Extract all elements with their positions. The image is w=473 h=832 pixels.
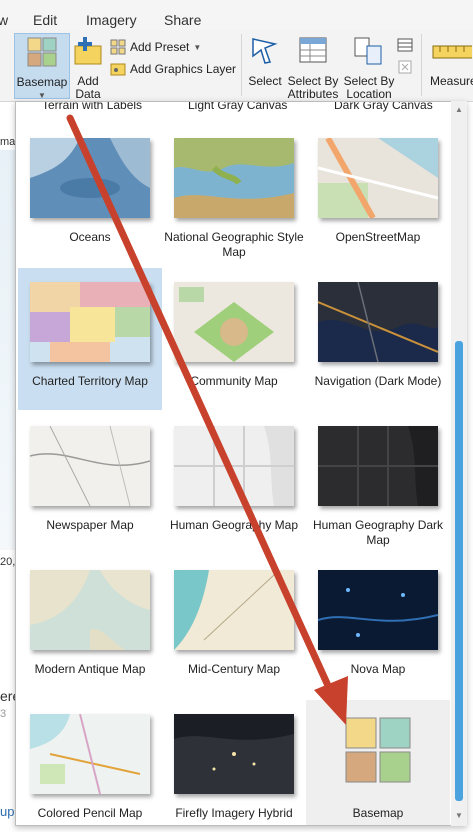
basemap-gallery: Terrain with Labels Light Gray Canvas Da…: [15, 101, 467, 826]
add-preset-button[interactable]: Add Preset ▼: [110, 39, 201, 55]
basemap-tile-newspaper[interactable]: Newspaper Map: [18, 412, 162, 554]
clear-selection-icon[interactable]: [397, 60, 413, 74]
basemap-tile-modern-antique[interactable]: Modern Antique Map: [18, 556, 162, 698]
tile-label: Charted Territory Map: [32, 374, 148, 388]
add-preset-label: Add Preset: [130, 40, 190, 54]
tile-label: Modern Antique Map: [34, 662, 146, 676]
modern-antique-thumbnail: [30, 570, 150, 650]
tile-label: Basemap: [352, 806, 404, 820]
attributes-table-icon[interactable]: [397, 38, 413, 52]
edge-text: ma: [0, 136, 16, 148]
gallery-item-label[interactable]: Dark Gray Canvas: [334, 102, 433, 112]
tab-edit[interactable]: Edit: [33, 12, 57, 28]
edge-link[interactable]: up: [0, 804, 14, 819]
select-button[interactable]: Select: [246, 33, 284, 99]
tile-label: National Geographic Style Map: [164, 230, 304, 259]
human-geography-thumbnail: [174, 426, 294, 506]
tile-label: Oceans: [69, 230, 111, 244]
tab-view[interactable]: w: [0, 12, 8, 28]
tile-label: Human Geography Dark Map: [312, 518, 444, 547]
basemap-generic-icon: [345, 717, 411, 783]
select-label: Select: [248, 74, 282, 88]
basemap-tile-firefly-imagery-hybrid[interactable]: Firefly Imagery Hybrid: [162, 700, 306, 825]
tile-label: Nova Map: [350, 662, 406, 676]
tile-label: Firefly Imagery Hybrid: [175, 806, 293, 820]
add-data-button[interactable]: Add Data: [71, 33, 105, 101]
basemap-tile-human-geography[interactable]: Human Geography Map: [162, 412, 306, 554]
measure-label: Measure: [430, 74, 473, 88]
basemap-tile-mid-century[interactable]: Mid-Century Map: [162, 556, 306, 698]
select-icon: [252, 38, 278, 64]
basemap-tile-nova[interactable]: Nova Map: [306, 556, 450, 698]
map-view-edge: [0, 150, 16, 550]
measure-button[interactable]: Measure: [428, 33, 473, 99]
basemap-tile-openstreetmap[interactable]: OpenStreetMap: [306, 124, 450, 266]
basemap-tile-navigation-dark[interactable]: Navigation (Dark Mode): [306, 268, 450, 410]
gallery-item-label[interactable]: Light Gray Canvas: [188, 102, 287, 112]
oceans-thumbnail: [30, 138, 150, 218]
firefly-imagery-hybrid-thumbnail: [174, 714, 294, 794]
navigation-dark-thumbnail: [318, 282, 438, 362]
colored-pencil-thumbnail: [30, 714, 150, 794]
basemap-tile-human-geography-dark[interactable]: Human Geography Dark Map: [306, 412, 450, 554]
add-graphics-layer-label: Add Graphics Layer: [130, 62, 237, 76]
add-data-label-2: Data: [75, 87, 101, 101]
select-by-location-icon: [354, 37, 382, 65]
national-geographic-thumbnail: [174, 138, 294, 218]
ruler-icon: [432, 45, 472, 59]
community-thumbnail: [174, 282, 294, 362]
select-by-location-label-2: Location: [346, 87, 392, 101]
tile-label: Mid-Century Map: [187, 662, 281, 676]
mid-century-thumbnail: [174, 570, 294, 650]
basemap-tile-charted-territory[interactable]: Charted Territory Map: [18, 268, 162, 410]
select-by-attributes-label-2: Attributes: [287, 87, 339, 101]
select-by-location-button[interactable]: Select By Location: [343, 33, 395, 101]
basemap-tile-national-geographic[interactable]: National Geographic Style Map: [162, 124, 306, 266]
edge-text: 3: [0, 708, 7, 720]
add-preset-icon: [110, 39, 126, 55]
gallery-item-label[interactable]: Terrain with Labels: [42, 102, 142, 112]
tile-label: Community Map: [190, 374, 278, 388]
chevron-up-icon[interactable]: ▲: [455, 105, 463, 114]
openstreetmap-thumbnail: [318, 138, 438, 218]
gallery-scrollbar[interactable]: ▲ ▼: [451, 101, 467, 826]
tile-label: Human Geography Map: [169, 518, 299, 532]
basemap-tile-community[interactable]: Community Map: [162, 268, 306, 410]
newspaper-thumbnail: [30, 426, 150, 506]
human-geography-dark-thumbnail: [318, 426, 438, 506]
basemap-icon: [27, 37, 57, 67]
graphics-layer-icon: [110, 63, 126, 76]
basemap-label: Basemap: [16, 75, 68, 89]
tab-imagery[interactable]: Imagery: [86, 12, 137, 28]
add-data-icon: [74, 37, 102, 65]
ribbon-divider: [421, 34, 422, 96]
tab-share[interactable]: Share: [164, 12, 201, 28]
chevron-down-icon[interactable]: ▼: [455, 811, 463, 820]
basemap-tile-colored-pencil[interactable]: Colored Pencil Map: [18, 700, 162, 825]
add-graphics-layer-button[interactable]: Add Graphics Layer: [110, 61, 236, 77]
table-icon: [299, 37, 327, 63]
charted-territory-thumbnail: [30, 282, 150, 362]
tile-label: Newspaper Map: [46, 518, 134, 532]
select-by-attributes-button[interactable]: Select By Attributes: [285, 33, 341, 101]
ribbon-divider: [241, 34, 242, 96]
nova-thumbnail: [318, 570, 438, 650]
tile-label: OpenStreetMap: [335, 230, 421, 244]
basemap-tile-oceans[interactable]: Oceans: [18, 124, 162, 266]
basemap-tile-basemap[interactable]: Basemap: [306, 700, 450, 825]
tile-label: Navigation (Dark Mode): [314, 374, 442, 388]
scrollbar-thumb[interactable]: [455, 341, 463, 801]
basemap-button[interactable]: Basemap ▼: [14, 33, 70, 100]
ribbon: Basemap ▼ Add Data Add Preset ▼ Add Grap…: [0, 30, 473, 102]
chevron-down-icon: ▼: [193, 42, 202, 52]
tile-label: Colored Pencil Map: [37, 806, 143, 820]
